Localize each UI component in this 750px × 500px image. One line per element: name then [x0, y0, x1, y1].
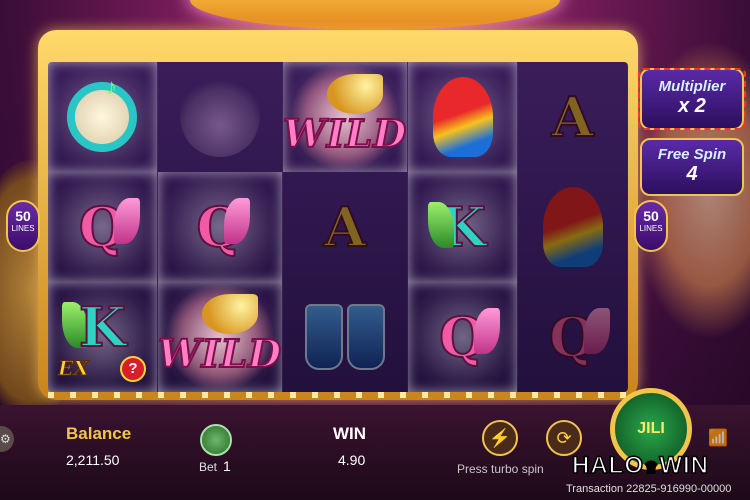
headdress-symbol — [179, 77, 260, 157]
balance-label: Balance — [66, 424, 132, 443]
a-symbol: A — [551, 84, 595, 150]
wing-icon — [474, 308, 501, 354]
marquee-lights — [48, 392, 628, 398]
reel-cell-r3-c3 — [283, 282, 409, 392]
wing-icon — [584, 308, 611, 354]
gramophone-icon — [327, 74, 384, 114]
a-symbol: A — [323, 194, 367, 260]
reel-window: ♪ WILD A Q Q A K K EX ? WILD Q Q — [48, 62, 628, 392]
refresh-icon: ⟳ — [556, 428, 572, 448]
win-label: WIN — [333, 424, 367, 443]
reel-cell-r1-c4 — [408, 62, 519, 172]
drum-icon — [347, 304, 386, 370]
crown-icon: ♛ — [643, 459, 660, 478]
bet-chip-button[interactable] — [200, 424, 232, 456]
reel-cell-r3-c5: Q — [518, 282, 628, 392]
parrot-symbol — [542, 187, 603, 267]
tambourine-symbol — [67, 82, 138, 152]
reel-cell-r2-c4: K — [408, 172, 519, 282]
bet-label: Bet — [199, 460, 218, 474]
reel-cell-r1-c2 — [158, 62, 284, 172]
free-spin-panel: Free Spin 4 — [640, 138, 744, 196]
free-spin-value: 4 — [686, 163, 698, 185]
wing-icon — [114, 198, 140, 244]
reel-cell-r2-c3: A — [283, 172, 409, 282]
bet-value: 1 — [223, 458, 231, 474]
drums-symbol — [305, 304, 386, 370]
autoplay-button[interactable]: ⟳ — [546, 420, 582, 456]
lines-badge-left: 50 LINES — [6, 200, 40, 252]
wing-icon — [223, 198, 250, 244]
lines-label: LINES — [11, 224, 35, 233]
turbo-button[interactable]: ⚡ — [482, 420, 518, 456]
lines-label: LINES — [639, 224, 663, 233]
jili-brand-label: JILI — [637, 420, 665, 437]
reel-cell-r2-c2: Q — [157, 172, 284, 282]
multiplier-highlight — [638, 68, 746, 130]
reel-cell-r3-c1: K EX ? — [48, 282, 158, 392]
k-symbol: K — [78, 294, 127, 360]
reel-cell-r2-c1: Q — [48, 172, 158, 282]
reel-cell-r1-c1: ♪ — [48, 62, 158, 172]
reel-cell-r1-c3: WILD — [282, 62, 409, 172]
turbo-label: Press turbo spin — [457, 462, 544, 476]
free-spin-label: Free Spin — [657, 146, 727, 163]
reel-cell-r3-c2: WILD — [157, 282, 284, 392]
drum-icon — [305, 304, 344, 370]
help-icon[interactable]: ? — [120, 356, 146, 382]
wild-symbol: WILD — [157, 330, 283, 377]
transaction-id: Transaction 22825-916990-00000 — [566, 483, 732, 495]
game-screen: ♪ WILD A Q Q A K K EX ? WILD Q Q 50 LINE… — [0, 0, 750, 500]
lines-badge-right: 50 LINES — [634, 200, 668, 252]
wifi-icon: 📶 — [708, 430, 728, 447]
top-ornament — [190, 0, 560, 30]
halowin-logo: HALO♛WIN — [571, 451, 709, 480]
win-value: 4.90 — [338, 452, 366, 468]
balance-value: 2,211.50 — [66, 452, 120, 468]
reel-cell-r2-c5 — [518, 172, 628, 282]
gramophone-icon — [201, 294, 258, 334]
ex-badge: EX — [58, 356, 90, 381]
parrot-symbol — [432, 77, 493, 157]
reel-cell-r1-c5: A — [518, 62, 628, 172]
lightning-icon: ⚡ — [488, 428, 512, 448]
music-note-icon: ♪ — [106, 74, 117, 99]
reel-cell-r3-c4: Q — [408, 282, 519, 392]
wild-symbol: WILD — [282, 110, 408, 157]
lines-count: 50 — [643, 208, 659, 224]
reel-grid: ♪ WILD A Q Q A K K EX ? WILD Q Q — [48, 62, 628, 392]
lines-count: 50 — [15, 208, 31, 224]
